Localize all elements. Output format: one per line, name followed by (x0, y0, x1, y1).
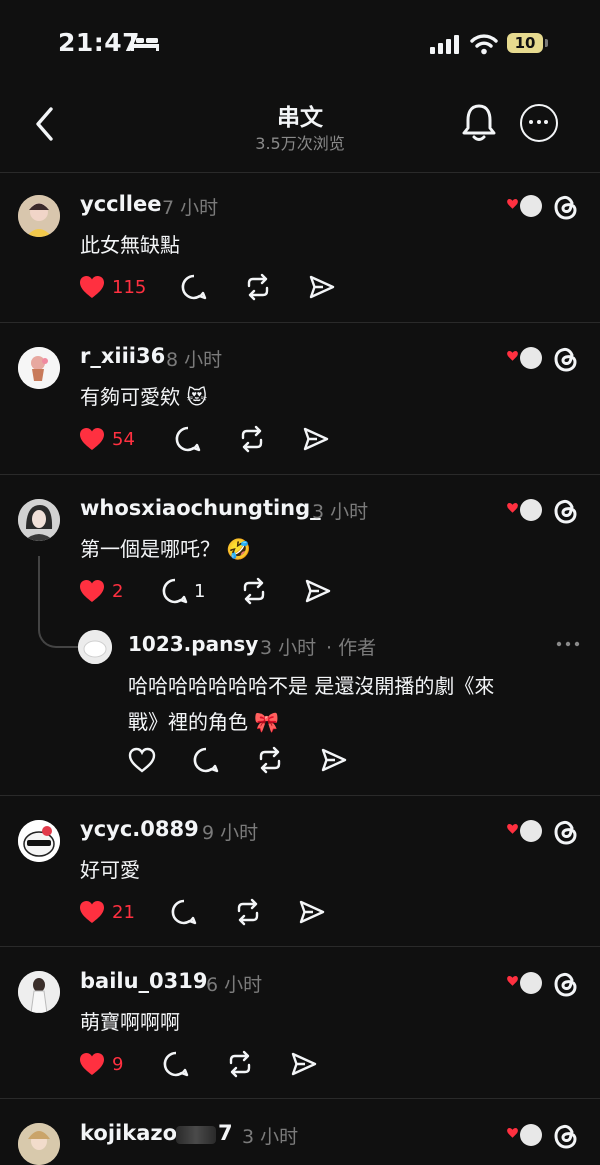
divider (0, 172, 600, 173)
comment-icon[interactable] (180, 273, 208, 301)
comment-time: 7 小时 (162, 197, 219, 219)
reply-avatar[interactable] (78, 630, 112, 664)
avatar[interactable] (18, 195, 60, 237)
comment-username[interactable]: whosxiaochungting_ (80, 496, 321, 520)
reply-time: 3 小时 (260, 637, 317, 659)
comment-username[interactable]: r_xiii36 (80, 344, 165, 368)
reply-text-line2: 戰》裡的角色 (128, 710, 248, 734)
heart-liked-icon[interactable] (78, 898, 106, 926)
comment-text-container: 第一個是哪吒？ 🤣 (80, 533, 251, 562)
comment-username[interactable]: ycyc.0889 (80, 817, 199, 841)
avatar[interactable] (18, 499, 60, 541)
heart-liked-icon[interactable] (78, 425, 106, 453)
repost-icon[interactable] (234, 898, 262, 926)
threads-logo-icon[interactable] (552, 192, 580, 222)
threads-logo-icon[interactable] (552, 969, 580, 999)
divider (0, 795, 600, 796)
repost-icon[interactable] (226, 1050, 254, 1078)
liked-by-author-badge (506, 347, 542, 369)
battery-indicator: 10 (507, 33, 543, 53)
comment-username-suffix: 7 (218, 1121, 233, 1145)
liked-by-author-badge (506, 820, 542, 842)
page-title: 串文 (277, 105, 323, 131)
share-icon[interactable] (320, 746, 348, 774)
comment-time: 9 小时 (202, 822, 259, 844)
liked-by-author-badge (506, 1124, 542, 1146)
comment-icon[interactable] (170, 898, 198, 926)
avatar[interactable] (18, 347, 60, 389)
threads-logo-icon[interactable] (552, 496, 580, 526)
threads-logo-icon[interactable] (552, 1121, 580, 1151)
heart-liked-icon[interactable] (78, 273, 106, 301)
battery-tip (545, 39, 548, 47)
comment-icon[interactable] (161, 577, 189, 605)
divider (0, 1098, 600, 1099)
repost-icon[interactable] (240, 577, 268, 605)
repost-icon[interactable] (238, 425, 266, 453)
comment-username[interactable]: kojikazo (80, 1121, 177, 1145)
comment-text: 好可愛 (80, 858, 140, 882)
comment-text-container: 有夠可愛欸 😻 (80, 381, 207, 410)
view-count: 3.5万次浏览 (255, 134, 345, 153)
comment-text: 第一個是哪吒？ (80, 537, 220, 561)
comment-time: 3 小时 (312, 501, 369, 523)
avatar[interactable] (18, 1123, 60, 1165)
thread-connector-line (38, 556, 80, 648)
like-count: 2 (112, 581, 124, 602)
rolling-laughing-emoji: 🤣 (226, 537, 252, 561)
comment-time: 6 小时 (206, 974, 263, 996)
comment-icon[interactable] (174, 425, 202, 453)
bed-icon (131, 36, 159, 51)
threads-logo-icon[interactable] (552, 817, 580, 847)
reply-count: 1 (194, 581, 206, 602)
avatar[interactable] (18, 820, 60, 862)
share-icon[interactable] (302, 425, 330, 453)
comment-username[interactable]: bailu_0319 (80, 969, 208, 993)
repost-icon[interactable] (244, 273, 272, 301)
author-tag: · 作者 (326, 637, 377, 659)
share-icon[interactable] (308, 273, 336, 301)
heart-eyes-cat-emoji: 😻 (186, 385, 208, 409)
reply-text-line1: 哈哈哈哈哈哈哈不是 是還沒開播的劇《來 (128, 674, 495, 698)
like-count: 115 (112, 277, 147, 298)
divider (0, 946, 600, 947)
comment-icon[interactable] (162, 1050, 190, 1078)
comment-text: 萌寶啊啊啊 (80, 1010, 180, 1034)
liked-by-author-badge (506, 195, 542, 217)
liked-by-author-badge (506, 499, 542, 521)
comment-username[interactable]: yccllee (80, 192, 161, 216)
threads-logo-icon[interactable] (552, 344, 580, 374)
wifi-icon (470, 34, 498, 55)
avatar[interactable] (18, 971, 60, 1013)
share-icon[interactable] (298, 898, 326, 926)
hello-kitty-emoji: 🎀 (254, 710, 280, 734)
more-options-button[interactable] (520, 104, 558, 142)
divider (0, 322, 600, 323)
bell-icon[interactable] (458, 100, 500, 144)
heart-liked-icon[interactable] (78, 1050, 106, 1078)
comment-time: 8 小时 (166, 349, 223, 371)
comment-text: 此女無缺點 (80, 233, 180, 257)
blurred-username-segment (176, 1126, 216, 1144)
like-count: 9 (112, 1054, 124, 1075)
reply-username[interactable]: 1023.pansy (128, 632, 258, 656)
liked-by-author-badge (506, 972, 542, 994)
like-count: 54 (112, 429, 135, 450)
share-icon[interactable] (290, 1050, 318, 1078)
reply-more-icon[interactable] (555, 636, 581, 652)
share-icon[interactable] (304, 577, 332, 605)
status-time: 21:47 (58, 28, 141, 57)
comment-text: 有夠可愛欸 (80, 385, 180, 409)
like-count: 21 (112, 902, 135, 923)
comment-time: 3 小时 (242, 1126, 299, 1148)
comment-icon[interactable] (192, 746, 220, 774)
heart-icon[interactable] (128, 746, 156, 774)
heart-liked-icon[interactable] (78, 577, 106, 605)
repost-icon[interactable] (256, 746, 284, 774)
cellular-signal-icon (430, 35, 459, 54)
divider (0, 474, 600, 475)
reply-text-line2-container: 戰》裡的角色 🎀 (128, 706, 279, 735)
